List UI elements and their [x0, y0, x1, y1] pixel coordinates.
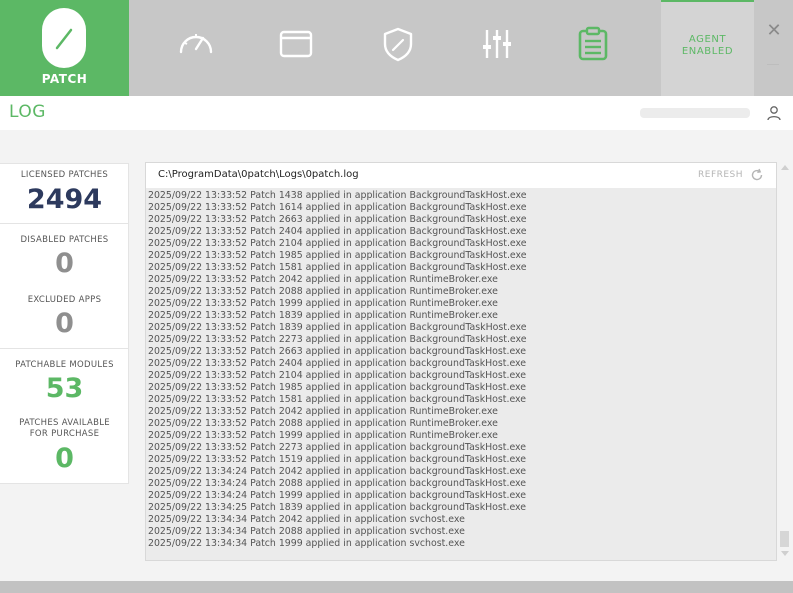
log-line: 2025/09/22 13:33:52 Patch 2104 applied i… — [148, 238, 527, 249]
scroll-down-icon[interactable] — [781, 551, 789, 556]
excluded-apps-label: EXCLUDED APPS — [27, 295, 102, 305]
log-line: 2025/09/22 13:33:52 Patch 1839 applied i… — [148, 322, 527, 333]
log-line: 2025/09/22 13:33:52 Patch 1999 applied i… — [148, 298, 498, 309]
log-line: 2025/09/22 13:33:52 Patch 2042 applied i… — [148, 274, 498, 285]
nav-security-button[interactable] — [378, 24, 418, 64]
divider — [0, 348, 129, 349]
log-line: 2025/09/22 13:34:24 Patch 1999 applied i… — [148, 490, 527, 501]
page-title: LOG — [9, 102, 46, 122]
refresh-button[interactable]: REFRESH — [698, 170, 743, 180]
username-blurred — [640, 108, 750, 118]
nav-dashboard-button[interactable] — [176, 24, 216, 64]
log-line: 2025/09/22 13:33:52 Patch 1839 applied i… — [148, 310, 498, 321]
top-navigation-bar: PATCH AGENT ENABLED ✕ — [0, 0, 793, 96]
log-line: 2025/09/22 13:34:34 Patch 2088 applied i… — [148, 526, 465, 537]
stats-panel: LICENSED PATCHES 2494 DISABLED PATCHES 0… — [0, 163, 129, 484]
log-line: 2025/09/22 13:33:52 Patch 2663 applied i… — [148, 214, 527, 225]
log-line: 2025/09/22 13:33:52 Patch 1985 applied i… — [148, 382, 527, 393]
agent-status-line1: AGENT — [688, 34, 727, 45]
log-lines-list: 2025/09/22 13:33:52 Patch 1438 applied i… — [148, 190, 768, 550]
log-line: 2025/09/22 13:33:52 Patch 1581 applied i… — [148, 394, 527, 405]
log-line: 2025/09/22 13:34:24 Patch 2088 applied i… — [148, 478, 527, 489]
log-scrollbar[interactable] — [779, 163, 791, 561]
patch-logo-icon — [42, 8, 86, 68]
log-file-path: C:\ProgramData\0patch\Logs\0patch.log — [158, 169, 359, 180]
log-line: 2025/09/22 13:33:52 Patch 1985 applied i… — [148, 250, 527, 261]
log-line: 2025/09/22 13:34:34 Patch 2042 applied i… — [148, 514, 465, 525]
log-viewer[interactable]: C:\ProgramData\0patch\Logs\0patch.log RE… — [145, 162, 777, 561]
excluded-apps-value: 0 — [55, 308, 74, 339]
nav-log-button[interactable] — [573, 24, 613, 64]
disabled-patches-value: 0 — [55, 248, 74, 279]
log-line: 2025/09/22 13:33:52 Patch 1581 applied i… — [148, 262, 527, 273]
shield-icon — [383, 27, 413, 62]
log-line: 2025/09/22 13:34:34 Patch 1999 applied i… — [148, 538, 465, 549]
log-line: 2025/09/22 13:33:52 Patch 2663 applied i… — [148, 346, 527, 357]
log-line: 2025/09/22 13:34:25 Patch 1839 applied i… — [148, 502, 527, 513]
licensed-patches-label: LICENSED PATCHES — [20, 170, 109, 180]
log-line: 2025/09/22 13:34:24 Patch 2042 applied i… — [148, 466, 527, 477]
log-header: C:\ProgramData\0patch\Logs\0patch.log RE… — [146, 163, 776, 188]
log-line: 2025/09/22 13:33:52 Patch 2042 applied i… — [148, 406, 498, 417]
log-line: 2025/09/22 13:33:52 Patch 1614 applied i… — [148, 202, 527, 213]
close-icon[interactable]: ✕ — [765, 20, 783, 42]
log-line: 2025/09/22 13:33:52 Patch 2404 applied i… — [148, 226, 527, 237]
speedometer-icon — [179, 34, 213, 54]
sliders-icon — [483, 30, 511, 58]
patches-available-label-line2: FOR PURCHASE — [29, 429, 100, 439]
app-logo[interactable]: PATCH — [0, 0, 129, 96]
log-line: 2025/09/22 13:33:52 Patch 1999 applied i… — [148, 430, 498, 441]
window-icon — [279, 30, 313, 58]
log-line: 2025/09/22 13:33:52 Patch 2088 applied i… — [148, 286, 498, 297]
nav-settings-button[interactable] — [477, 24, 517, 64]
scroll-thumb[interactable] — [780, 531, 789, 547]
minimize-icon[interactable] — [767, 64, 779, 65]
status-bar — [0, 581, 793, 593]
patchable-modules-value: 53 — [45, 373, 84, 404]
disabled-patches-label: DISABLED PATCHES — [20, 235, 109, 245]
logo-label: PATCH — [41, 72, 88, 86]
scroll-up-icon[interactable] — [781, 165, 789, 170]
log-line: 2025/09/22 13:33:52 Patch 2104 applied i… — [148, 370, 527, 381]
nav-applications-button[interactable] — [276, 24, 316, 64]
log-line: 2025/09/22 13:33:52 Patch 2273 applied i… — [148, 442, 527, 453]
licensed-patches-value: 2494 — [26, 184, 103, 215]
patches-available-value: 0 — [55, 443, 74, 474]
refresh-icon[interactable] — [750, 168, 764, 182]
log-line: 2025/09/22 13:33:52 Patch 2088 applied i… — [148, 418, 498, 429]
agent-status-label: AGENT ENABLED — [661, 34, 754, 58]
log-line: 2025/09/22 13:33:52 Patch 2273 applied i… — [148, 334, 527, 345]
log-line: 2025/09/22 13:33:52 Patch 1519 applied i… — [148, 454, 527, 465]
log-line: 2025/09/22 13:33:52 Patch 1438 applied i… — [148, 190, 527, 201]
patchable-modules-label: PATCHABLE MODULES — [15, 360, 114, 370]
user-icon[interactable] — [766, 105, 782, 121]
agent-status-line2: ENABLED — [681, 46, 734, 57]
page-header: LOG — [0, 96, 793, 130]
log-line: 2025/09/22 13:33:52 Patch 2404 applied i… — [148, 358, 527, 369]
clipboard-icon — [578, 26, 608, 61]
agent-status-toggle[interactable]: AGENT ENABLED — [661, 0, 754, 96]
patches-available-label-line1: PATCHES AVAILABLE — [19, 418, 110, 428]
divider — [0, 223, 129, 224]
